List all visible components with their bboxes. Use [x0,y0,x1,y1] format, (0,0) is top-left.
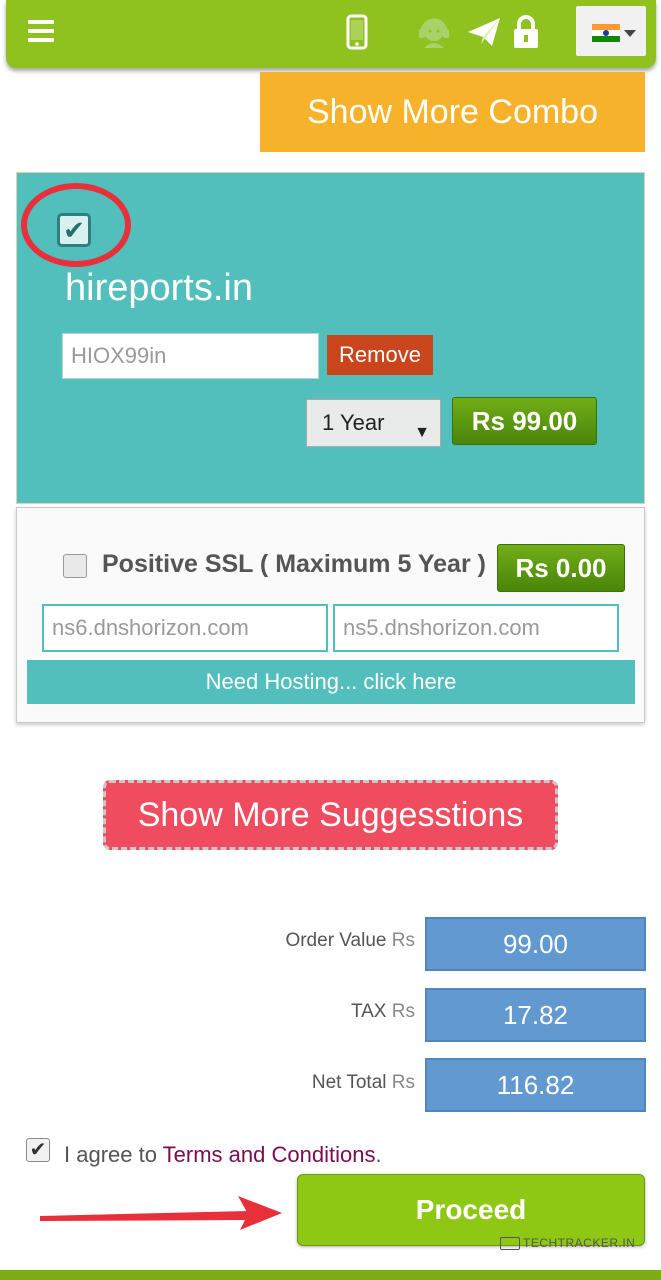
india-flag-icon [592,24,620,42]
agree-prefix: I agree to [64,1142,157,1167]
order-value-label: Order Value Rs [285,930,415,952]
ssl-label: Positive SSL ( Maximum 5 Year ) [102,550,486,578]
nameserver-1-input[interactable]: ns6.dnshorizon.com [42,604,328,652]
watermark-text: TECHTRACKER.IN [523,1236,636,1250]
net-total-label: Net Total Rs [312,1072,415,1094]
dropdown-arrow-icon: ▼ [414,424,430,441]
ssl-addon-panel: Positive SSL ( Maximum 5 Year ) Rs 0.00 … [16,507,645,723]
phone-icon[interactable] [346,14,368,50]
period-select-value: 1 Year [322,410,385,435]
chevron-down-icon [624,30,636,37]
currency-label: Rs [391,1001,415,1022]
domain-item-panel: ✔ hireports.in HIOX99in Remove 1 Year ▼ … [16,172,645,504]
currency-label: Rs [391,1072,415,1093]
order-value-amount: 99.00 [425,917,646,971]
watermark: TECHTRACKER.IN [500,1236,636,1251]
agree-text: I agree to Terms and Conditions. [64,1142,382,1168]
remove-button[interactable]: Remove [327,335,433,375]
watermark-logo-icon [500,1237,520,1251]
ssl-price: Rs 0.00 [497,544,625,592]
show-more-suggestions-button[interactable]: Show More Suggesstions [103,780,558,850]
period-select[interactable]: 1 Year ▼ [306,399,441,447]
send-icon[interactable] [466,14,502,50]
agree-suffix: . [375,1142,382,1167]
terms-link[interactable]: Terms and Conditions [163,1142,376,1167]
agree-checkbox[interactable]: ✔ [26,1138,50,1162]
annotation-circle [21,183,131,267]
annotation-arrow [40,1196,282,1230]
nameserver-2-input[interactable]: ns5.dnshorizon.com [333,604,619,652]
domain-price: Rs 99.00 [452,397,597,445]
support-icon[interactable] [416,14,452,50]
bottom-bar [0,1270,661,1280]
currency-label: Rs [391,930,415,951]
show-more-combo-button[interactable]: Show More Combo [260,72,645,152]
menu-icon[interactable] [28,20,54,44]
net-total-amount: 116.82 [425,1058,646,1112]
country-selector[interactable] [576,6,646,56]
tax-label: TAX Rs [351,1001,415,1023]
promo-code-input[interactable]: HIOX99in [62,333,319,379]
tax-label-text: TAX [350,1001,387,1022]
net-total-label-text: Net Total [311,1072,387,1093]
ssl-checkbox[interactable] [63,554,87,578]
need-hosting-link[interactable]: Need Hosting... click here [27,660,635,704]
order-value-label-text: Order Value [285,930,387,951]
domain-name: hireports.in [65,267,253,309]
lock-icon[interactable] [512,14,540,50]
tax-amount: 17.82 [425,988,646,1042]
top-navigation-bar [6,0,656,68]
